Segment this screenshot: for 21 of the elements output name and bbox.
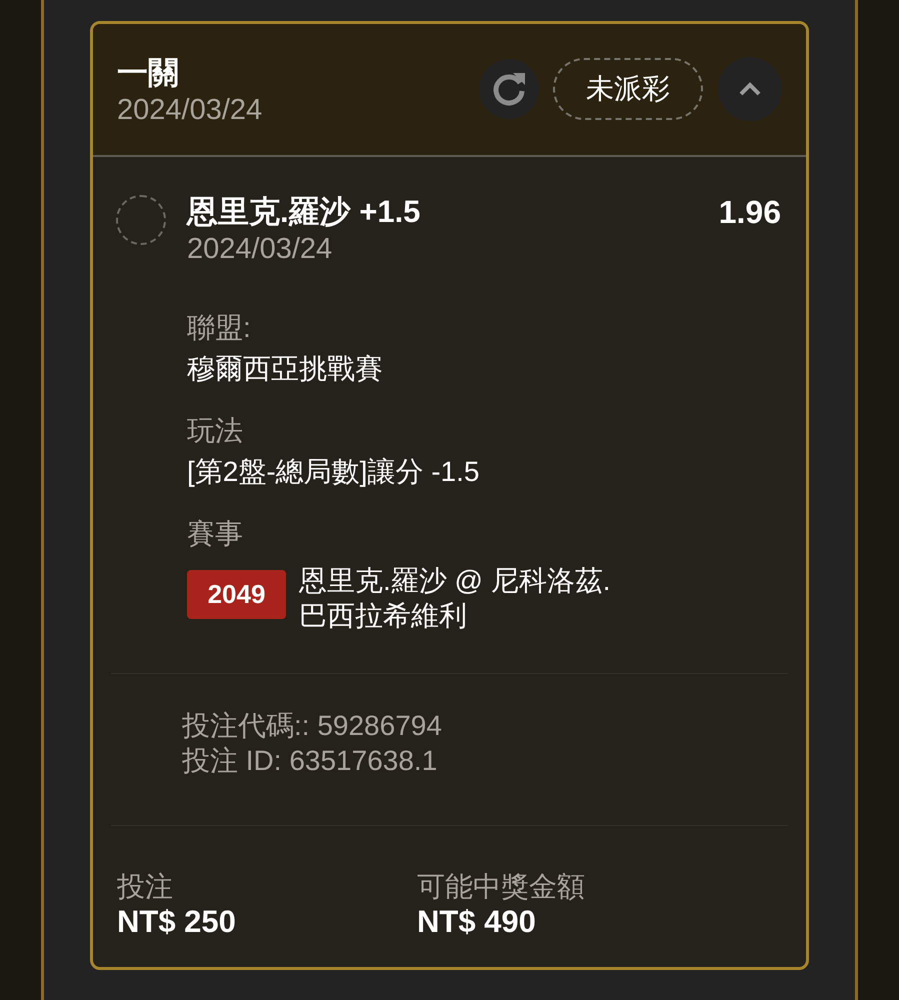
bet-code-text: 投注 ID: 63517638.1 <box>182 744 438 778</box>
detail-label: 聯盟: <box>187 311 252 345</box>
status-badge: 未派彩 <box>553 58 703 120</box>
total-label: 可能中獎金額 <box>417 870 585 904</box>
total-label: 投注 <box>117 870 174 904</box>
radio-button[interactable] <box>116 195 166 245</box>
bet-type-title: 一關 <box>117 54 180 92</box>
selection-date: 2024/03/24 <box>187 232 334 267</box>
detail-label: 賽事 <box>187 517 244 551</box>
total-amount: NT$ 490 <box>417 904 537 940</box>
bet-date: 2024/03/24 <box>117 92 262 128</box>
chevron-up-icon <box>739 82 761 96</box>
detail-value: [第2盤-總局數]讓分 -1.5 <box>187 455 480 489</box>
odds-value: 1.96 <box>718 193 781 231</box>
detail-label: 玩法 <box>187 414 244 448</box>
selection-name: 恩里克.羅沙 +1.5 <box>187 193 422 231</box>
detail-value: 穆爾西亞挑戰賽 <box>187 352 384 386</box>
event-id-badge: 2049 <box>187 570 286 619</box>
event-name: 恩里克.羅沙 @ 尼科洛茲. 巴西拉希維利 <box>299 564 612 633</box>
total-amount: NT$ 250 <box>117 904 237 940</box>
bet-code-text: 投注代碼:: 59286794 <box>182 709 443 743</box>
